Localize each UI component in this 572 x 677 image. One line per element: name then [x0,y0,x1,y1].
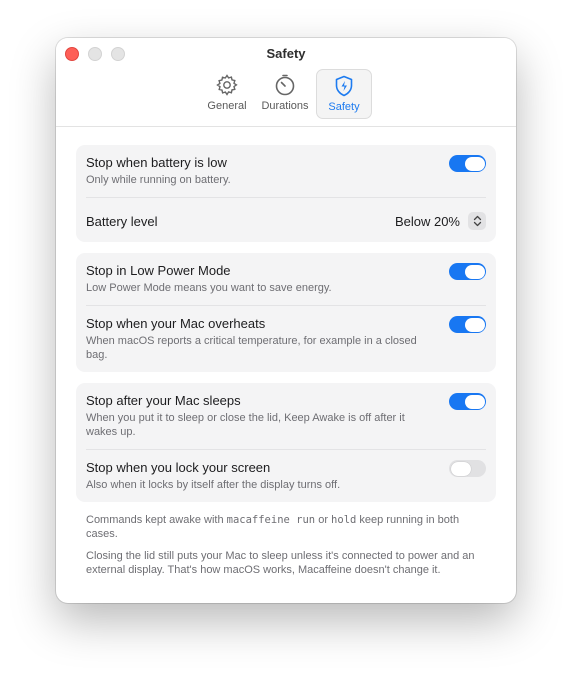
low-power-row: Stop in Low Power Mode Low Power Mode me… [86,253,486,306]
tab-safety[interactable]: Safety [316,69,372,119]
battery-level-popup[interactable]: Below 20% [395,212,486,230]
code-hold: hold [331,514,357,526]
footnote-commands-pre: Commands kept awake with [86,514,227,526]
low-power-title: Stop in Low Power Mode [86,263,231,278]
timer-icon [275,74,295,96]
low-battery-desc: Only while running on battery. [86,174,231,186]
overheat-row: Stop when your Mac overheats When macOS … [86,306,486,372]
power-group: Stop in Low Power Mode Low Power Mode me… [76,253,496,372]
lock-title: Stop when you lock your screen [86,460,271,475]
tab-general-label: General [207,100,247,112]
updown-chevron-icon [468,212,486,230]
battery-level-row: Battery level Below 20% [86,198,486,242]
tab-safety-label: Safety [328,101,360,113]
footnote-lid: Closing the lid still puts your Mac to s… [86,550,475,576]
low-battery-row: Stop when battery is low Only while runn… [86,145,486,198]
gear-icon [216,74,238,96]
sleeps-toggle[interactable] [449,393,486,410]
lock-row: Stop when you lock your screen Also when… [86,450,486,502]
sleep-group: Stop after your Mac sleeps When you put … [76,383,496,502]
tab-durations[interactable]: Durations [258,69,312,119]
preferences-window: Safety General Durations Safety Stop whe… [56,38,516,603]
overheat-toggle[interactable] [449,316,486,333]
battery-group: Stop when battery is low Only while runn… [76,145,496,242]
low-power-desc: Low Power Mode means you want to save en… [86,282,332,294]
low-battery-title: Stop when battery is low [86,155,227,170]
low-battery-toggle[interactable] [449,155,486,172]
lock-toggle[interactable] [449,460,486,477]
battery-level-value: Below 20% [394,213,460,229]
overheat-desc: When macOS reports a critical temperatur… [86,335,417,361]
footnote-commands: Commands kept awake with macaffeine run … [76,513,496,541]
window-title: Safety [266,46,306,61]
settings-content: Stop when battery is low Only while runn… [56,127,516,577]
code-macaffeine-run: macaffeine run [226,514,316,526]
footnote-commands-mid: or [315,514,332,526]
sleeps-row: Stop after your Mac sleeps When you put … [86,383,486,450]
lock-desc: Also when it locks by itself after the d… [86,479,341,491]
tab-general[interactable]: General [200,69,254,119]
tab-durations-label: Durations [261,100,309,112]
overheat-title: Stop when your Mac overheats [86,316,266,331]
battery-level-label: Battery level [86,213,158,229]
toolbar-tabs: General Durations Safety [56,69,516,119]
low-power-toggle[interactable] [449,263,486,280]
title-bar: Safety General Durations Safety [56,38,516,127]
shield-bolt-icon [335,75,353,97]
sleeps-desc: When you put it to sleep or close the li… [86,412,405,438]
sleeps-title: Stop after your Mac sleeps [86,393,241,408]
